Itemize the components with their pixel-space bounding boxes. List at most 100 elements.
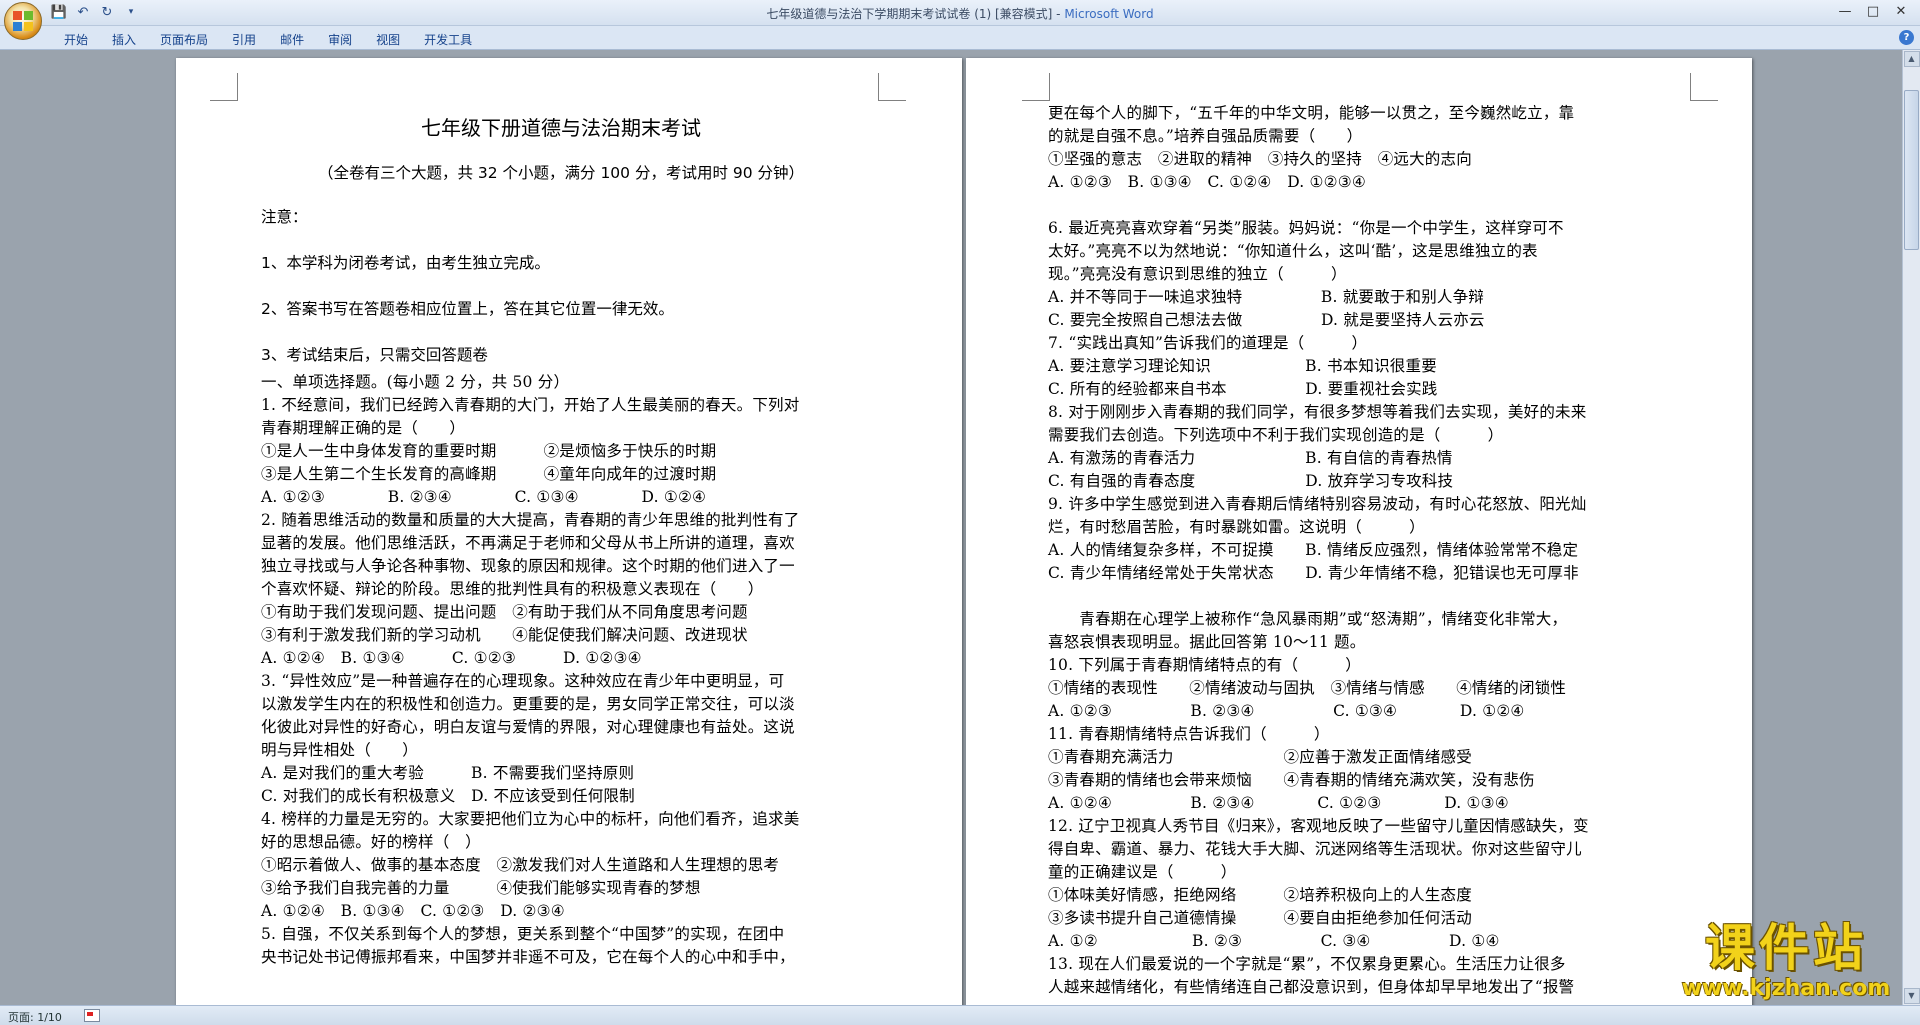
title-bar: 💾 ↶ ↻ ▾ 七年级道德与法治下学期期末考试试卷 (1) [兼容模式] - M… [0, 0, 1920, 40]
tab-view[interactable]: 视图 [364, 29, 412, 50]
app-name: Microsoft Word [1064, 7, 1154, 21]
document-line: ①青春期充满活力 ②应善于激发正面情绪感受 [1048, 748, 1472, 766]
page-count[interactable]: 页面: 1/10 [8, 1009, 62, 1025]
office-logo-icon [13, 11, 33, 31]
note-heading: 注意： [261, 208, 308, 226]
document-line: 个喜欢怀疑、辩论的阶段。思维的批判性具有的积极意义表现在（ ） [261, 580, 764, 598]
document-line: A. 是对我们的重大考验 B. 不需要我们坚持原则 [261, 764, 635, 782]
note-item: 2、答案书写在答题卷相应位置上，答在其它位置一律无效。 [261, 300, 674, 318]
minimize-icon[interactable]: — [1832, 2, 1858, 20]
document-line: A. ①②④ B. ①③④ C. ①②③ D. ②③④ [261, 902, 565, 920]
document-line: 3. “异性效应”是一种普遍存在的心理现象。这种效应在青少年中更明显，可 [261, 672, 785, 690]
watermark-logo: 课件站 www.kjzhan.com [1672, 920, 1900, 1008]
document-line: ①有助于我们发现问题、提出问题 ②有助于我们从不同角度思考问题 [261, 603, 748, 621]
maximize-icon[interactable]: □ [1860, 2, 1886, 20]
document-line: ③有利于激发我们新的学习动机 ④能促使我们解决问题、改进现状 [261, 626, 748, 644]
document-line: ③青春期的情绪也会带来烦恼 ④青春期的情绪充满欢笑，没有悲伤 [1048, 771, 1535, 789]
document-line: 青春期在心理学上被称作“急风暴雨期”或“怒涛期”，情绪变化非常大， [1048, 610, 1568, 628]
crop-mark [878, 73, 906, 101]
document-line: 以激发学生内在的积极性和创造力。更重要的是，男女同学正常交往，可以淡 [261, 695, 795, 713]
vertical-scrollbar[interactable]: ▲ ▼ [1902, 50, 1920, 1005]
document-line: ①昭示着做人、做事的基本态度 ②激发我们对人生道路和人生理想的思考 [261, 856, 780, 874]
note-item: 3、考试结束后，只需交回答题卷 [261, 346, 488, 364]
tab-review[interactable]: 审阅 [316, 29, 364, 50]
document-workspace: 七年级下册道德与法治期末考试 （全卷有三个大题，共 32 个小题，满分 100 … [0, 50, 1902, 1005]
document-line: A. ①②③ B. ①③④ C. ①②④ D. ①②③④ [1048, 173, 1366, 191]
tab-mailings[interactable]: 邮件 [268, 29, 316, 50]
document-line: 得自卑、霸道、暴力、花钱大手大脚、沉迷网络等生活现状。你对这些留守儿 [1048, 840, 1582, 858]
question-lines: 一、单项选择题。(每小题 2 分，共 50 分） 1. 不经意间，我们已经跨入青春… [261, 371, 861, 969]
document-line: 1. 不经意间，我们已经跨入青春期的大门，开始了人生最美丽的春天。下列对 [261, 396, 800, 414]
watermark-url: www.kjzhan.com [1681, 976, 1891, 1001]
tab-references[interactable]: 引用 [220, 29, 268, 50]
exam-subtitle: （全卷有三个大题，共 32 个小题，满分 100 分，考试用时 90 分钟） [317, 164, 805, 182]
document-line: A. 有激荡的青春活力 B. 有自信的青春热情 [1048, 449, 1453, 467]
document-line: 9. 许多中学生感觉到进入青春期后情绪特别容易波动，有时心花怒放、阳光灿 [1048, 495, 1587, 513]
document-line: 4. 榜样的力量是无穷的。大家要把他们立为心中的标杆，向他们看齐，追求美 [261, 810, 800, 828]
document-line: ①是人一生中身体发育的重要时期 ②是烦恼多于快乐的时期 [261, 442, 717, 460]
tab-developer[interactable]: 开发工具 [412, 29, 484, 50]
exam-title: 七年级下册道德与法治期末考试 [421, 116, 701, 140]
tab-home[interactable]: 开始 [52, 29, 100, 50]
document-line: 8. 对于刚刚步入青春期的我们同学，有很多梦想等着我们去实现，美好的未来 [1048, 403, 1587, 421]
document-line: A. 要注意学习理论知识 B. 书本知识很重要 [1048, 357, 1437, 375]
question-lines: 更在每个人的脚下，“五千年的中华文明，能够一以贯之，至今巍然屹立，靠 的就是自强不… [1048, 102, 1648, 999]
document-line: 童的正确建议是（ ） [1048, 863, 1237, 881]
document-line: 7. “实践出真知”告诉我们的道理是（ ） [1048, 334, 1368, 352]
help-icon[interactable]: ? [1899, 30, 1914, 45]
window-controls: — □ ✕ [1832, 2, 1914, 20]
window-title: 七年级道德与法治下学期期末考试试卷 (1) [兼容模式] - Microsoft… [0, 5, 1920, 22]
document-line: 一、单项选择题。(每小题 2 分，共 50 分） [261, 373, 570, 391]
document-line: 明与异性相处（ ） [261, 741, 419, 759]
document-line: ③给予我们自我完善的力量 ④使我们能够实现青春的梦想 [261, 879, 701, 897]
document-line: 10. 下列属于青春期情绪特点的有（ ） [1048, 656, 1361, 674]
page-2-content: 更在每个人的脚下，“五千年的中华文明，能够一以贯之，至今巍然屹立，靠 的就是自强不… [1048, 102, 1648, 999]
document-line: 6. 最近亮亮喜欢穿着“另类”服装。妈妈说：“你是一个中学生，这样穿可不 [1048, 219, 1564, 237]
document-line: ①坚强的意志 ②进取的精神 ③持久的坚持 ④远大的志向 [1048, 150, 1472, 168]
document-line: A. ①②③ B. ②③④ C. ①③④ D. ①②④ [261, 488, 707, 506]
status-bar: 页面: 1/10 [0, 1005, 1920, 1025]
document-line: C. 所有的经验都来自书本 D. 要重视社会实践 [1048, 380, 1438, 398]
document-line: C. 有自强的青春态度 D. 放弃学习专攻科技 [1048, 472, 1454, 490]
page-1-content: 七年级下册道德与法治期末考试 （全卷有三个大题，共 32 个小题，满分 100 … [261, 98, 861, 969]
document-line: 更在每个人的脚下，“五千年的中华文明，能够一以贯之，至今巍然屹立，靠 [1048, 104, 1575, 122]
office-button[interactable] [4, 2, 42, 40]
document-line: ①体味美好情感，拒绝网络 ②培养积极向上的人生态度 [1048, 886, 1472, 904]
scroll-bottom-controls: ▼ [1903, 987, 1920, 1005]
crop-mark [1022, 73, 1050, 101]
document-line: ③是人生第二个生长发育的高峰期 ④童年向成年的过渡时期 [261, 465, 717, 483]
scroll-up-icon[interactable]: ▲ [1903, 51, 1920, 67]
language-icon[interactable] [84, 1009, 100, 1022]
document-line: 好的思想品德。好的榜样（ ） [261, 833, 481, 851]
tab-page-layout[interactable]: 页面布局 [148, 29, 220, 50]
watermark-text: 课件站 [1705, 919, 1867, 977]
document-line: A. 并不等同于一味追求独特 B. 就要敢于和别人争辩 [1048, 288, 1484, 306]
document-line: 烂，有时愁眉苦脸，有时暴跳如雷。这说明（ ） [1048, 518, 1425, 536]
document-line: 青春期理解正确的是（ ） [261, 419, 466, 437]
tab-insert[interactable]: 插入 [100, 29, 148, 50]
document-line: A. ①②④ B. ①③④ C. ①②③ D. ①②③④ [261, 649, 642, 667]
document-line: 的就是自强不息。”培养自强品质需要（ ） [1048, 127, 1363, 145]
document-line: A. 人的情绪复杂多样，不可捉摸 B. 情绪反应强烈，情绪体验常常不稳定 [1048, 541, 1579, 559]
document-line: A. ①②③ B. ②③④ C. ①③④ D. ①②④ [1048, 702, 1525, 720]
document-page-1[interactable]: 七年级下册道德与法治期末考试 （全卷有三个大题，共 32 个小题，满分 100 … [176, 58, 962, 1005]
close-icon[interactable]: ✕ [1888, 2, 1914, 20]
document-line: 央书记处书记傅振邦看来，中国梦并非遥不可及，它在每个人的心中和手中， [261, 948, 795, 966]
scroll-thumb[interactable] [1904, 90, 1919, 250]
document-line: ①情绪的表现性 ②情绪波动与固执 ③情绪与情感 ④情绪的闭锁性 [1048, 679, 1567, 697]
document-title: 七年级道德与法治下学期期末考试试卷 (1) [兼容模式] - [766, 7, 1065, 21]
ribbon: 开始 插入 页面布局 引用 邮件 审阅 视图 开发工具 ? [0, 26, 1920, 50]
document-line: 太好。”亮亮不以为然地说：“你知道什么，这叫‘酷’，这是思维独立的表 [1048, 242, 1538, 260]
document-page-2[interactable]: 更在每个人的脚下，“五千年的中华文明，能够一以贯之，至今巍然屹立，靠 的就是自强不… [966, 58, 1752, 1005]
document-line: 现。”亮亮没有意识到思维的独立（ ） [1048, 265, 1347, 283]
document-line: 2. 随着思维活动的数量和质量的大大提高，青春期的青少年思维的批判性有了 [261, 511, 800, 529]
document-line: A. ①② B. ②③ C. ③④ D. ①④ [1048, 932, 1500, 950]
document-line: 人越来越情绪化，有些情绪连自己都没意识到，但身体却早早地发出了“报警 [1048, 978, 1575, 996]
document-line: C. 青少年情绪经常处于失常状态 D. 青少年情绪不稳，犯错误也无可厚非 [1048, 564, 1579, 582]
document-line: C. 对我们的成长有积极意义 D. 不应该受到任何限制 [261, 787, 635, 805]
crop-mark [1690, 73, 1718, 101]
document-line: 13. 现在人们最爱说的一个字就是“累”，不仅累身更累心。生活压力让很多 [1048, 955, 1566, 973]
scroll-down-icon[interactable]: ▼ [1903, 988, 1920, 1004]
